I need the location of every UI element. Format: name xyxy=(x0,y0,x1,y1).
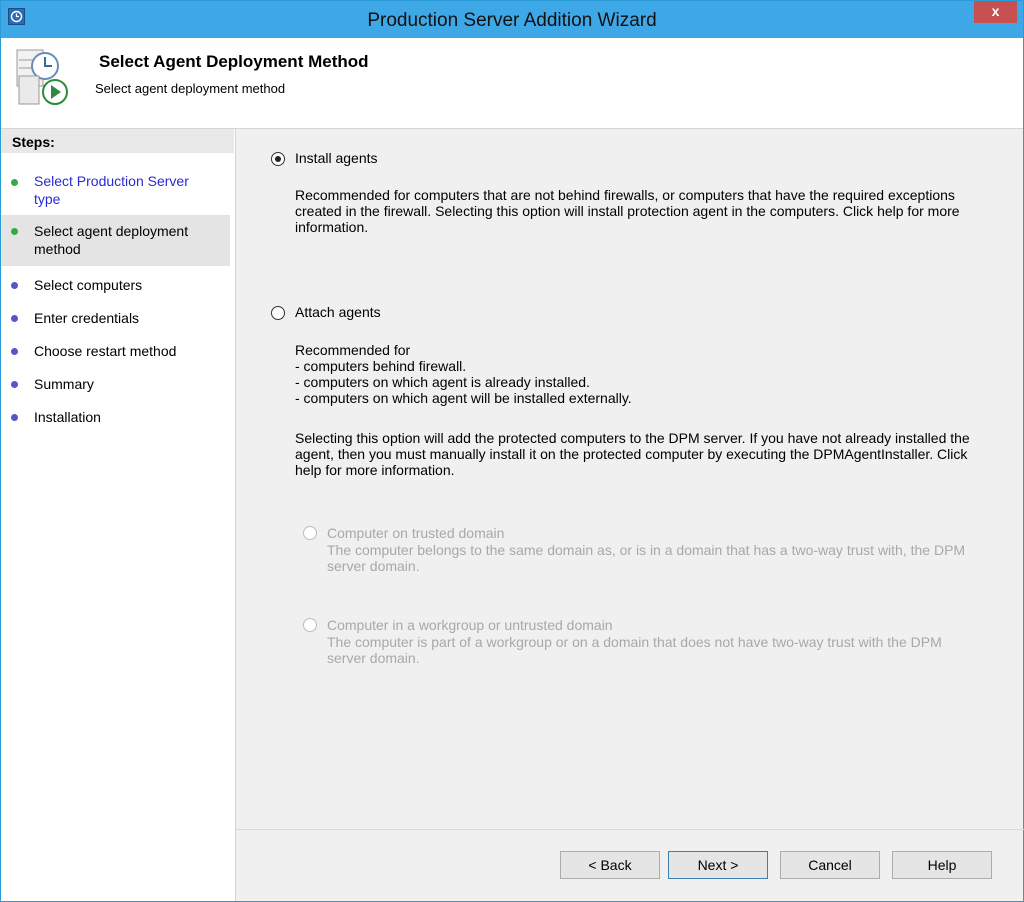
content-panel: Install agents Recommended for computers… xyxy=(235,129,1024,901)
step-label: Select agent deployment method xyxy=(34,223,189,257)
step-label[interactable]: Select Production Server type xyxy=(34,172,214,208)
install-agents-label[interactable]: Install agents xyxy=(295,150,378,166)
attach-recommended-heading: Recommended for xyxy=(295,342,411,358)
completed-step-dot-icon xyxy=(11,179,18,186)
step-label: Choose restart method xyxy=(34,343,177,359)
footer-divider xyxy=(236,829,1024,830)
pending-step-dot-icon xyxy=(11,348,18,355)
wizard-header: Select Agent Deployment Method Select ag… xyxy=(1,38,1023,129)
pending-step-dot-icon xyxy=(11,282,18,289)
attach-recommended-item: - computers behind firewall. xyxy=(295,358,467,374)
install-agents-description: Recommended for computers that are not b… xyxy=(295,187,960,235)
pending-step-dot-icon xyxy=(11,315,18,322)
install-agents-radio[interactable] xyxy=(271,152,285,166)
current-step-dot-icon xyxy=(11,228,18,235)
pending-step-dot-icon xyxy=(11,381,18,388)
step-choose-restart-method: Choose restart method xyxy=(1,342,230,362)
page-subtitle: Select agent deployment method xyxy=(95,81,286,96)
step-select-computers: Select computers xyxy=(1,276,230,296)
steps-panel: Steps: Select Production Server type Sel… xyxy=(1,129,234,901)
steps-heading: Steps: xyxy=(12,134,55,150)
step-label: Enter credentials xyxy=(34,310,140,326)
steps-heading-bar: Steps: xyxy=(1,129,234,153)
attach-agents-label[interactable]: Attach agents xyxy=(295,304,381,320)
page-title: Select Agent Deployment Method xyxy=(99,52,369,71)
back-button[interactable]: < Back xyxy=(560,851,660,879)
workgroup-domain-radio[interactable] xyxy=(303,618,317,632)
step-select-agent-deployment-method: Select agent deployment method xyxy=(1,215,230,266)
close-button[interactable]: x xyxy=(974,1,1017,23)
window-title: Production Server Addition Wizard xyxy=(367,10,657,31)
step-summary: Summary xyxy=(1,375,230,395)
pending-step-dot-icon xyxy=(11,414,18,421)
attach-recommended-item: - computers on which agent is already in… xyxy=(295,374,590,390)
workgroup-domain-description: The computer is part of a workgroup or o… xyxy=(327,634,942,666)
attach-recommended-item: - computers on which agent will be insta… xyxy=(295,390,632,406)
server-deployment-icon xyxy=(15,46,71,108)
cancel-button[interactable]: Cancel xyxy=(780,851,880,879)
next-button[interactable]: Next > xyxy=(668,851,768,879)
title-bar[interactable]: Production Server Addition Wizard x xyxy=(1,1,1023,38)
step-select-production-server-type[interactable]: Select Production Server type xyxy=(1,171,230,211)
step-label: Select computers xyxy=(34,277,143,293)
attach-agents-description: Selecting this option will add the prote… xyxy=(295,430,970,478)
workgroup-domain-label[interactable]: Computer in a workgroup or untrusted dom… xyxy=(327,617,613,633)
wizard-window: Production Server Addition Wizard x Sele… xyxy=(0,0,1024,902)
step-installation: Installation xyxy=(1,408,230,428)
help-button[interactable]: Help xyxy=(892,851,992,879)
step-enter-credentials: Enter credentials xyxy=(1,309,230,329)
step-label: Installation xyxy=(34,409,101,425)
trusted-domain-label[interactable]: Computer on trusted domain xyxy=(327,525,504,541)
attach-agents-radio[interactable] xyxy=(271,306,285,320)
step-label: Summary xyxy=(34,376,94,392)
trusted-domain-description: The computer belongs to the same domain … xyxy=(327,542,966,574)
trusted-domain-radio[interactable] xyxy=(303,526,317,540)
